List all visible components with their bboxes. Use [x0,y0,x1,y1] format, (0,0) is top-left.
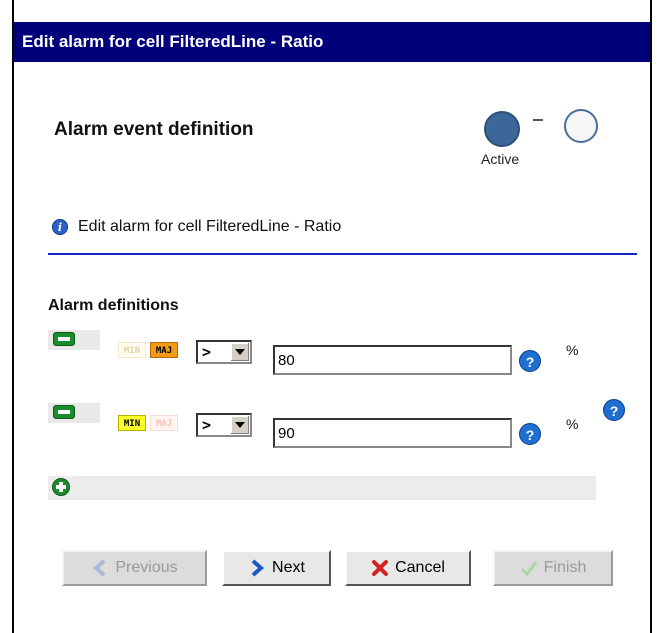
add-row-plus-icon[interactable] [52,478,70,496]
chevron-left-icon [91,559,109,577]
help-icon[interactable]: ? [519,350,541,372]
alarm-definition-row: MIN MAJ > 80 ? % [48,330,638,380]
check-icon [520,559,538,577]
close-icon [371,559,389,577]
severity-min-toggle[interactable]: MIN [118,415,146,431]
chevron-right-icon [248,559,266,577]
threshold-input[interactable]: 90 [273,418,512,448]
section-divider [48,253,637,255]
previous-button-label: Previous [115,559,178,576]
chevron-down-icon[interactable] [230,416,249,434]
status-label: Active [481,151,520,167]
severity-maj-toggle[interactable]: MAJ [150,415,178,431]
help-icon[interactable]: ? [603,399,625,421]
operator-value: > [202,343,212,361]
remove-row-button[interactable] [48,403,100,423]
info-icon: i [52,219,68,235]
finish-button[interactable]: Finish [493,550,613,586]
severity-maj-toggle[interactable]: MAJ [150,342,178,358]
alarm-definitions-label: Alarm definitions [48,297,179,314]
operator-select[interactable]: > [196,413,252,437]
info-text: Edit alarm for cell FilteredLine - Ratio [78,218,342,235]
operator-value: > [202,416,212,434]
window-title: Edit alarm for cell FilteredLine - Ratio [22,32,324,51]
page-title: Alarm event definition [54,119,254,140]
window-title-bar: Edit alarm for cell FilteredLine - Ratio [14,22,650,62]
step-status-indicator: Active [481,107,604,167]
step-connector [533,119,543,121]
cancel-button-label: Cancel [395,559,445,576]
unit-label: % [566,416,579,432]
next-button[interactable]: Next [222,550,331,586]
help-icon[interactable]: ? [519,423,541,445]
info-message: i Edit alarm for cell FilteredLine - Rat… [52,218,341,236]
alarm-definition-row: MIN MAJ > 90 ? % [48,403,638,453]
previous-button[interactable]: Previous [62,550,207,586]
next-button-label: Next [272,559,305,576]
dialog-frame [12,0,652,633]
inactive-step-circle-icon [564,109,598,143]
severity-min-toggle[interactable]: MIN [118,342,146,358]
chevron-down-icon[interactable] [230,343,249,361]
finish-button-label: Finish [543,559,587,576]
threshold-input[interactable]: 80 [273,345,512,375]
cancel-button[interactable]: Cancel [345,550,471,586]
operator-select[interactable]: > [196,340,252,364]
add-row-bar [48,476,596,500]
minus-icon [53,405,75,419]
active-step-circle-icon [484,111,520,147]
minus-icon [53,332,75,346]
unit-label: % [566,342,579,358]
remove-row-button[interactable] [48,330,100,350]
